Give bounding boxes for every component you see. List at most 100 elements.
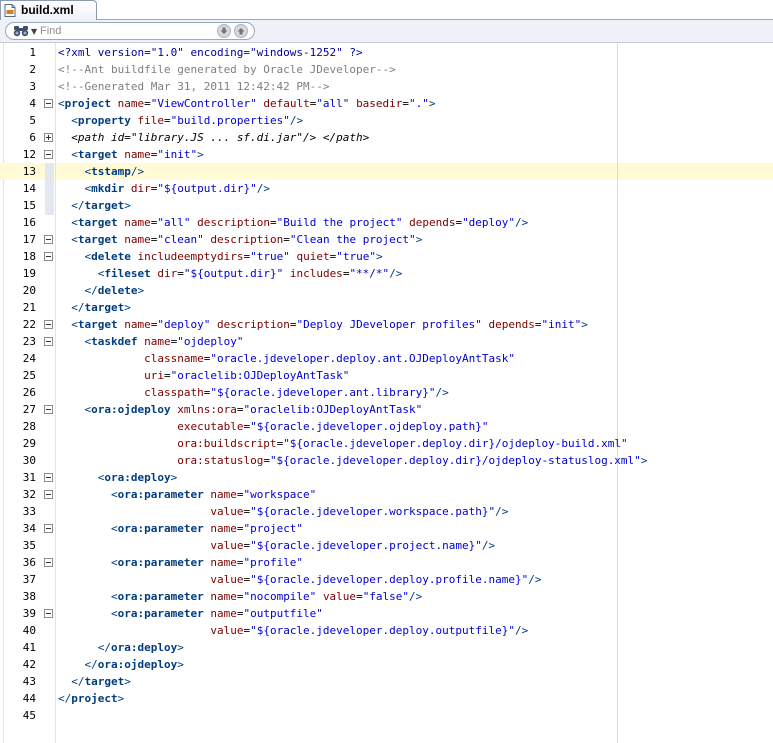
tag-bracket: /> [289, 114, 304, 127]
code-line[interactable]: 2 <!--Ant buildfile generated by Oracle J… [0, 61, 773, 78]
line-number: 14 [22, 182, 36, 195]
code-content: value="${oracle.jdeveloper.project.name}… [58, 537, 495, 554]
code-line[interactable]: 43 </target> [0, 673, 773, 690]
code-line[interactable]: 31 <ora:deploy> [0, 469, 773, 486]
code-line[interactable]: 21 </target> [0, 299, 773, 316]
line-number: 39 [22, 607, 36, 620]
code-content: <ora:parameter name="profile" [58, 554, 303, 571]
tag-bracket: < [110, 488, 118, 501]
line-number: 3 [29, 80, 36, 93]
code-line[interactable]: 33 value="${oracle.jdeveloper.workspace.… [0, 503, 773, 520]
code-content: ora:statuslog="${oracle.jdeveloper.deplo… [58, 452, 647, 469]
collapse-fold-icon[interactable] [44, 320, 53, 329]
code-line[interactable]: 13 <tstamp/> [0, 163, 773, 180]
code-line[interactable]: 30 ora:statuslog="${oracle.jdeveloper.de… [0, 452, 773, 469]
collapse-fold-icon[interactable] [44, 235, 53, 244]
binoculars-icon[interactable] [13, 25, 29, 37]
attribute-value: "outputfile" [243, 607, 323, 620]
code-line[interactable]: 26 classpath="${oracle.jdeveloper.ant.li… [0, 384, 773, 401]
code-line[interactable]: 18 <delete includeemptydirs="true" quiet… [0, 248, 773, 265]
line-number: 1 [29, 46, 36, 59]
find-next-button[interactable] [217, 24, 231, 38]
code-line[interactable]: 24 classname="oracle.jdeveloper.deploy.a… [0, 350, 773, 367]
code-line[interactable]: 39 <ora:parameter name="outputfile" [0, 605, 773, 622]
code-line[interactable]: 45 [0, 707, 773, 724]
code-line[interactable]: 40 value="${oracle.jdeveloper.deploy.out… [0, 622, 773, 639]
attribute-name: quiet [296, 250, 330, 263]
tag-name: ora:parameter [117, 556, 204, 569]
code-line[interactable]: 28 executable="${oracle.jdeveloper.ojdep… [0, 418, 773, 435]
code-line[interactable]: 29 ora:buildscript="${oracle.jdeveloper.… [0, 435, 773, 452]
code-line[interactable]: 16 <target name="all" description="Build… [0, 214, 773, 231]
tag-bracket: /> [256, 182, 270, 195]
tag-bracket: > [177, 641, 184, 654]
tab-build-xml[interactable]: build.xml [0, 0, 97, 20]
code-line[interactable]: 44 </project> [0, 690, 773, 707]
code-line[interactable]: 27 <ora:ojdeploy xmlns:ora="oraclelib:OJ… [0, 401, 773, 418]
code-line[interactable]: 6 <path id="library.JS ... sf.di.jar"/> … [0, 129, 773, 146]
line-number: 32 [22, 488, 36, 501]
code-line[interactable]: 42 </ora:ojdeploy> [0, 656, 773, 673]
attribute-value: "${oracle.jdeveloper.deploy.outputfile}" [250, 624, 515, 637]
tag-name: ora:parameter [117, 607, 204, 620]
code-line[interactable]: 14 <mkdir dir="${output.dir}"/> [0, 180, 773, 197]
collapse-fold-icon[interactable] [44, 405, 53, 414]
collapse-fold-icon[interactable] [44, 609, 53, 618]
line-number: 23 [22, 335, 36, 348]
code-line[interactable]: 20 </delete> [0, 282, 773, 299]
code-content: <property file="build.properties"/> [58, 112, 303, 129]
code-content: <taskdef name="ojdeploy" [58, 333, 244, 350]
code-line[interactable]: 36 <ora:parameter name="profile" [0, 554, 773, 571]
tag-name: ora:ojdeploy [97, 658, 178, 671]
attribute-value: "." [409, 97, 429, 110]
find-input[interactable] [40, 24, 210, 38]
code-line[interactable]: 25 uri="oraclelib:OJDeployAntTask" [0, 367, 773, 384]
code-line[interactable]: 1 <?xml version="1.0" encoding="windows-1… [0, 44, 773, 61]
tag-bracket: > [124, 301, 131, 314]
code-line[interactable]: 12 <target name="init"> [0, 146, 773, 163]
code-line[interactable]: 35 value="${oracle.jdeveloper.project.na… [0, 537, 773, 554]
code-text: = [263, 454, 270, 467]
code-line[interactable]: 38 <ora:parameter name = "nocompile" value… [0, 588, 773, 605]
code-line[interactable]: 32 <ora:parameter name="workspace" [0, 486, 773, 503]
code-line[interactable]: 4 <project name="ViewController" default=… [0, 95, 773, 112]
find-previous-button[interactable] [234, 24, 248, 38]
collapse-fold-icon[interactable] [44, 524, 53, 533]
tag-name: ora:ojdeploy [91, 403, 171, 416]
attribute-name: value [210, 624, 244, 637]
expand-fold-icon[interactable] [44, 133, 53, 142]
line-number: 38 [22, 590, 36, 603]
attribute-value: "true" [250, 250, 290, 263]
line-number: 45 [22, 709, 36, 722]
code-line[interactable]: 5 <property file="build.properties"/> [0, 112, 773, 129]
tag-bracket: </ [97, 641, 111, 654]
code-line[interactable]: 23 <taskdef name="ojdeploy" [0, 333, 773, 350]
collapse-fold-icon[interactable] [44, 490, 53, 499]
collapse-fold-icon[interactable] [44, 252, 53, 261]
collapse-fold-icon[interactable] [44, 337, 53, 346]
collapse-fold-icon[interactable] [44, 473, 53, 482]
tag-name: target [77, 233, 118, 246]
code-line[interactable]: 3 <!--Generated Mar 31, 2011 12:42:42 PM-… [0, 78, 773, 95]
arrow-down-icon [220, 27, 228, 34]
code-editor[interactable]: 1 <?xml version="1.0" encoding="windows-1… [0, 43, 773, 743]
search-options-dropdown-icon[interactable]: ▼ [31, 27, 37, 36]
code-line[interactable]: 19 <fileset dir="${output.dir}" includes… [0, 265, 773, 282]
attribute-value: "oraclelib:OJDeployAntTask" [243, 403, 423, 416]
collapse-fold-icon[interactable] [44, 150, 53, 159]
collapse-fold-icon[interactable] [44, 558, 53, 567]
collapse-fold-icon[interactable] [44, 99, 53, 108]
code-line[interactable]: 22 <target name="deploy" description="De… [0, 316, 773, 333]
attribute-value: "clean" [157, 233, 204, 246]
code-line[interactable]: 17 <target name="clean" description="Cle… [0, 231, 773, 248]
code-line[interactable]: 34 <ora:parameter name="project" [0, 520, 773, 537]
attribute-value: "${output.dir}" [183, 267, 284, 280]
code-line[interactable]: 41 </ora:deploy> [0, 639, 773, 656]
code-line[interactable]: 37 value="${oracle.jdeveloper.deploy.pro… [0, 571, 773, 588]
code-line[interactable]: 15 </target> [0, 197, 773, 214]
